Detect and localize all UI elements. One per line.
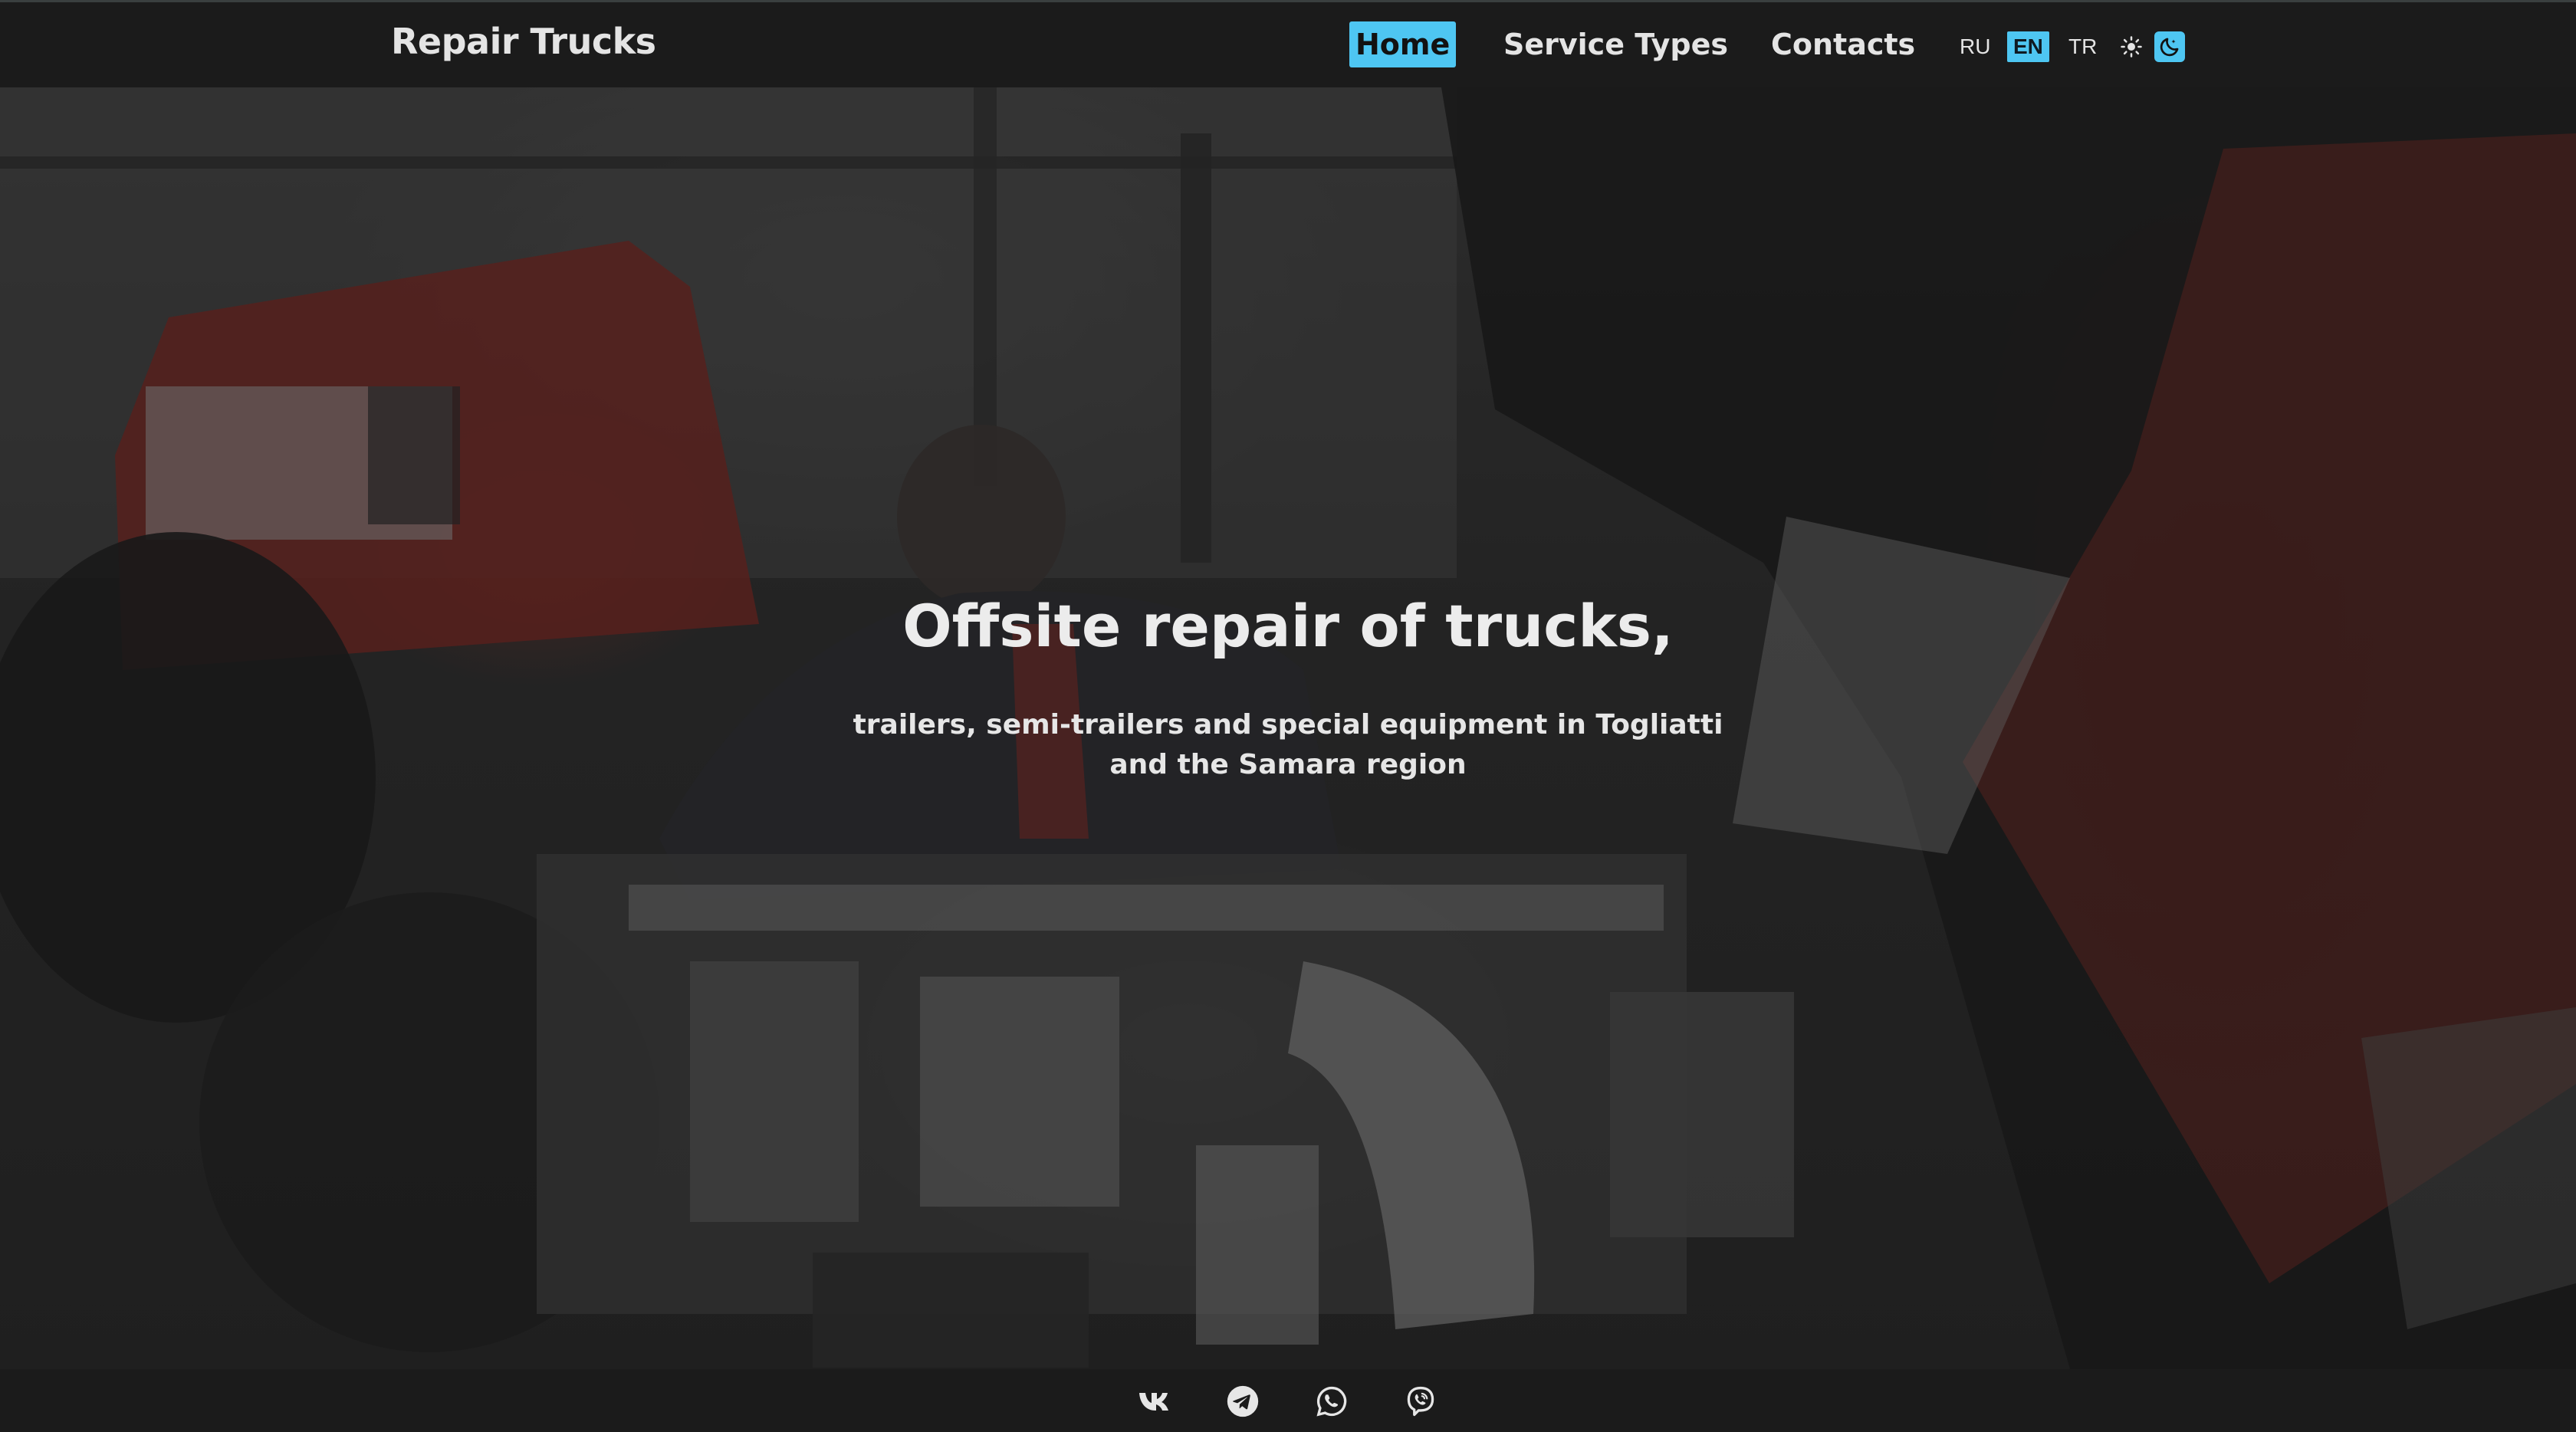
telegram-icon[interactable]: [1224, 1383, 1261, 1420]
site-header: Repair Trucks Home Service Types Contact…: [0, 0, 2576, 87]
sun-icon[interactable]: [2116, 31, 2147, 62]
nav-service-types[interactable]: Service Types: [1503, 21, 1728, 67]
hero-title: Offsite repair of trucks,: [902, 592, 1674, 660]
lang-ru[interactable]: RU: [1960, 31, 1990, 62]
hero-section: Offsite repair of trucks, trailers, semi…: [0, 87, 2576, 1369]
brand-logo[interactable]: Repair Trucks: [391, 21, 656, 62]
vk-icon[interactable]: [1136, 1383, 1173, 1420]
moon-icon[interactable]: [2154, 31, 2185, 62]
nav-home[interactable]: Home: [1349, 21, 1457, 67]
nav-contacts[interactable]: Contacts: [1771, 21, 1915, 67]
lang-en[interactable]: EN: [2007, 31, 2049, 62]
page: Repair Trucks Home Service Types Contact…: [0, 0, 2576, 1432]
hero-subtitle: trailers, semi-trailers and special equi…: [853, 709, 1723, 780]
site-footer: [0, 1369, 2576, 1432]
whatsapp-icon[interactable]: [1313, 1383, 1350, 1420]
viber-icon[interactable]: [1402, 1383, 1439, 1420]
lang-tr[interactable]: TR: [2068, 31, 2097, 62]
